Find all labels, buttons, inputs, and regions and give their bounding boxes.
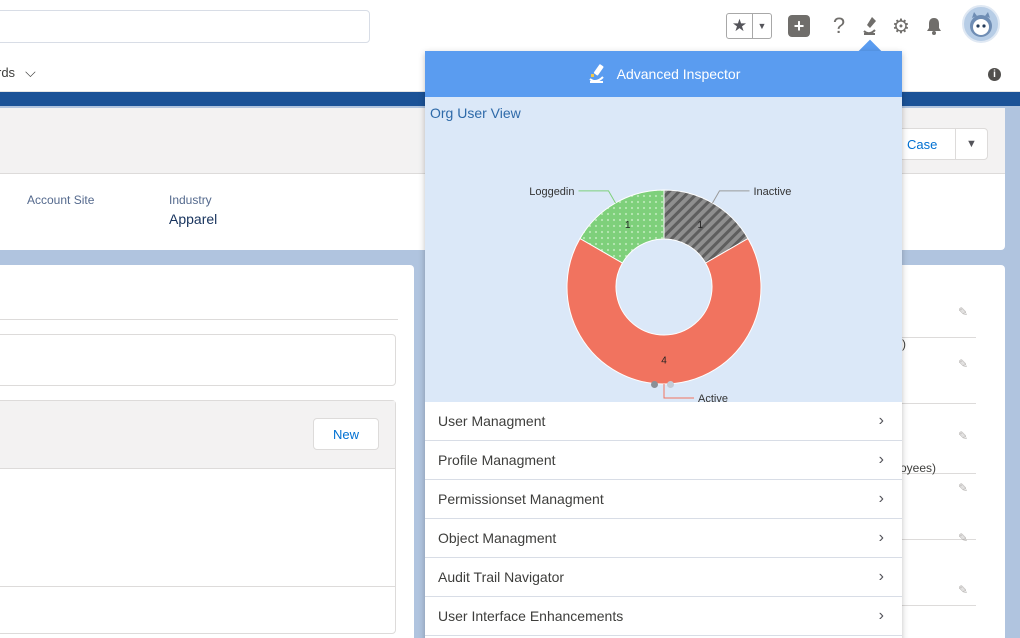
plus-icon[interactable]: +	[788, 15, 810, 37]
edit-pencil-icon[interactable]: ✎	[958, 531, 968, 545]
menu-item-user-managment[interactable]: User Managment ›	[425, 402, 902, 441]
menu-item-label: Object Managment	[438, 530, 557, 546]
nav-item-label: rds	[0, 65, 16, 80]
new-button-label: New	[332, 426, 359, 442]
bell-icon[interactable]	[922, 13, 946, 39]
callout-line	[578, 190, 616, 204]
legend-label-inactive: Inactive	[754, 186, 792, 198]
menu-item-profile-managment[interactable]: Profile Managment ›	[425, 441, 902, 480]
info-icon[interactable]: i	[988, 68, 1001, 81]
gear-icon[interactable]: ⚙	[890, 13, 912, 39]
menu-item-label: User Managment	[438, 413, 546, 429]
menu-item-label: Audit Trail Navigator	[438, 569, 565, 585]
chevron-right-icon: ›	[878, 412, 884, 429]
menu-item-label: Profile Managment	[438, 452, 556, 468]
advanced-inspector-popover: Advanced Inspector Org User View 141 Ina…	[425, 51, 902, 638]
edit-pencil-icon[interactable]: ✎	[958, 583, 968, 597]
edit-pencil-icon[interactable]: ✎	[958, 305, 968, 319]
case-button-label: Case	[907, 136, 938, 152]
divider	[900, 403, 976, 404]
menu-item-label: User Interface Enhancements	[438, 608, 624, 624]
edit-pencil-icon[interactable]: ✎	[958, 357, 968, 371]
org-user-chart-panel: Org User View 141 Inactive Active Loggedin	[425, 97, 902, 402]
menu-item-label: Permissionset Managment	[438, 491, 604, 507]
carousel-indicators	[651, 381, 674, 388]
left-content-card	[0, 265, 414, 638]
new-case-button[interactable]: Case	[898, 128, 955, 160]
chevron-right-icon: ›	[878, 451, 884, 468]
legend-label-loggedin: Loggedin	[529, 186, 574, 198]
chevron-down-icon[interactable]: ⌵	[25, 64, 36, 81]
inspector-icon[interactable]	[860, 13, 882, 39]
star-icon[interactable]: ★	[727, 14, 753, 38]
caret-down-icon[interactable]: ▼	[753, 14, 771, 38]
carousel-dot[interactable]	[667, 381, 674, 388]
favorites-button-group[interactable]: ★ ▼	[726, 13, 772, 39]
microscope-icon	[587, 62, 609, 87]
field-value-fragment: )	[902, 337, 906, 351]
nav-item-dashboards[interactable]: rds ⌵	[0, 64, 36, 81]
chevron-right-icon: ›	[878, 529, 884, 546]
industry-value: Apparel	[169, 211, 218, 227]
divider	[0, 319, 398, 320]
edit-pencil-icon[interactable]: ✎	[958, 481, 968, 495]
menu-item-user-interface-enhancements[interactable]: User Interface Enhancements ›	[425, 597, 902, 636]
donut-value-label: 4	[661, 356, 667, 367]
popover-header: Advanced Inspector	[425, 51, 902, 97]
text-field[interactable]	[0, 334, 396, 386]
menu-item-audit-trail-navigator[interactable]: Audit Trail Navigator ›	[425, 558, 902, 597]
divider	[900, 337, 976, 338]
divider	[900, 605, 976, 606]
callout-line	[712, 190, 750, 204]
account-site-label: Account Site	[27, 193, 95, 207]
inspector-menu: User Managment › Profile Managment › Permiss…	[425, 402, 902, 636]
donut-chart: 1 4 1 Inactive Active Loggedin	[529, 186, 792, 402]
divider	[0, 586, 395, 587]
chevron-right-icon: ›	[878, 568, 884, 585]
carousel-dot-active[interactable]	[651, 381, 658, 388]
global-search-input[interactable]	[0, 10, 370, 43]
industry-label: Industry	[169, 193, 212, 207]
chevron-right-icon: ›	[878, 607, 884, 624]
popover-title: Advanced Inspector	[616, 66, 741, 82]
legend-label-active: Active	[698, 393, 728, 402]
actions-dropdown-button[interactable]: ▼	[955, 128, 988, 160]
new-button[interactable]: New	[313, 418, 379, 450]
field-value-fragment: oyees)	[900, 461, 937, 475]
donut-value-label: 1	[697, 220, 703, 231]
avatar[interactable]	[962, 5, 1000, 43]
chevron-right-icon: ›	[878, 490, 884, 507]
edit-pencil-icon[interactable]: ✎	[958, 429, 968, 443]
menu-item-object-managment[interactable]: Object Managment ›	[425, 519, 902, 558]
donut-value-label: 1	[625, 220, 631, 231]
help-icon[interactable]: ?	[828, 13, 850, 39]
menu-item-permissionset-managment[interactable]: Permissionset Managment ›	[425, 480, 902, 519]
